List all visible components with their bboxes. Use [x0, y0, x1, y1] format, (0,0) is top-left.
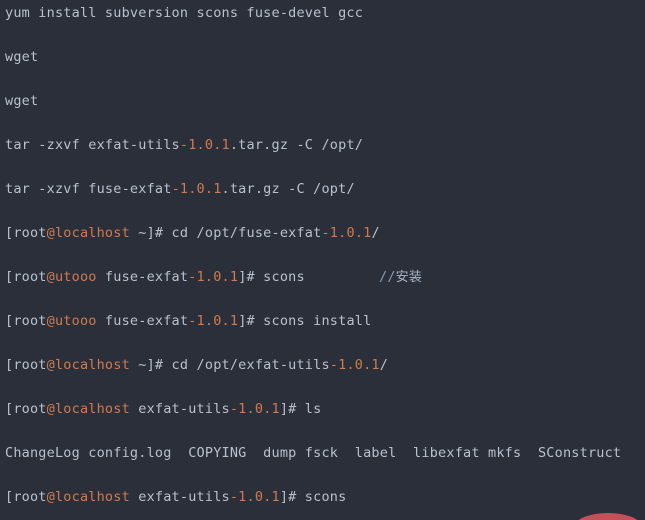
terminal-text-segment: fuse-exfat	[96, 269, 189, 285]
terminal-text-segment: wget	[5, 93, 39, 109]
comment-slashes: //	[379, 269, 396, 285]
terminal-text-segment: .tar.gz -C /opt/	[221, 181, 355, 197]
terminal-text-segment: .tar.gz -C /opt/	[229, 137, 364, 153]
terminal-text-segment: -1.0.1	[229, 489, 280, 505]
terminal-line: wget	[5, 49, 39, 65]
terminal-text-segment: [root	[5, 489, 47, 505]
terminal-text-segment: ]# scons	[279, 489, 347, 505]
terminal-text-segment: @	[46, 401, 55, 417]
terminal-line: [root@localhost ~]# cd /opt/fuse-exfat-1…	[5, 225, 380, 241]
terminal-text-segment: -1.0.1	[188, 313, 239, 329]
terminal-line: tar -zxvf exfat-utils-1.0.1.tar.gz -C /o…	[5, 137, 364, 153]
terminal-text-segment: @	[46, 313, 55, 329]
terminal-text-segment: @	[46, 269, 55, 285]
terminal-line: [root@localhost ~]# cd /opt/exfat-utils-…	[5, 357, 389, 373]
terminal-text-segment: -1.0.1	[229, 401, 280, 417]
terminal-line: yum install subversion scons fuse-devel …	[5, 5, 364, 21]
terminal-text-segment: @	[46, 489, 55, 505]
terminal-text-segment: fuse-exfat	[96, 313, 189, 329]
terminal-text-segment: /	[371, 225, 380, 241]
terminal-text-segment: tar -zxvf exfat-utils	[5, 137, 180, 153]
terminal-text-segment: ~]# cd /opt/exfat-utils	[129, 357, 330, 373]
terminal-text-segment: -1.0.1	[321, 225, 372, 241]
terminal-text-segment: localhost	[54, 357, 130, 373]
terminal-text-segment: [root	[5, 225, 47, 241]
terminal-text-segment: -1.0.1	[329, 357, 380, 373]
inline-comment: //安装	[379, 269, 423, 285]
terminal-text-segment: -1.0.1	[188, 269, 239, 285]
terminal-text-segment: exfat-utils	[129, 401, 230, 417]
terminal-line: [root@localhost exfat-utils-1.0.1]# scon…	[5, 489, 347, 505]
terminal-line: ChangeLog config.log COPYING dump fsck l…	[5, 445, 622, 461]
terminal-text-segment: wget	[5, 49, 39, 65]
terminal-text-segment: [root	[5, 313, 47, 329]
terminal-text-segment: [root	[5, 401, 47, 417]
comment-text: 安装	[395, 270, 423, 285]
terminal-text-segment: localhost	[54, 401, 130, 417]
terminal-text-segment: tar -xzvf fuse-exfat	[5, 181, 172, 197]
terminal-text-segment: ]# scons	[238, 269, 305, 285]
terminal-text-segment: utooo	[54, 313, 97, 329]
terminal-line: tar -xzvf fuse-exfat-1.0.1.tar.gz -C /op…	[5, 181, 355, 197]
terminal-text-segment: ]# ls	[279, 401, 322, 417]
terminal-line: wget	[5, 93, 39, 109]
terminal-text-segment: utooo	[54, 269, 97, 285]
terminal-window[interactable]: yum install subversion scons fuse-devel …	[0, 0, 645, 520]
terminal-text-segment: ]# scons install	[238, 313, 372, 329]
terminal-text-segment: yum install subversion scons fuse-devel …	[5, 5, 364, 21]
terminal-text-segment: @	[46, 357, 55, 373]
terminal-text-segment: ChangeLog config.log COPYING dump fsck l…	[5, 445, 622, 461]
terminal-line: [root@utooo fuse-exfat-1.0.1]# scons ins…	[5, 313, 372, 329]
terminal-text-segment: @	[46, 225, 55, 241]
terminal-text-segment: -1.0.1	[179, 137, 230, 153]
terminal-text-segment: localhost	[54, 489, 130, 505]
terminal-text-segment: localhost	[54, 225, 130, 241]
terminal-text-segment: /	[379, 357, 389, 373]
terminal-text-segment: -1.0.1	[171, 181, 222, 197]
terminal-line: [root@utooo fuse-exfat-1.0.1]# scons	[5, 269, 305, 285]
red-circle-overlay	[575, 513, 641, 520]
terminal-text-segment: exfat-utils	[129, 489, 230, 505]
terminal-text-segment: [root	[5, 357, 47, 373]
terminal-line: [root@localhost exfat-utils-1.0.1]# ls	[5, 401, 322, 417]
terminal-text-segment: [root	[5, 269, 47, 285]
terminal-text-segment: ~]# cd /opt/fuse-exfat	[129, 225, 322, 241]
